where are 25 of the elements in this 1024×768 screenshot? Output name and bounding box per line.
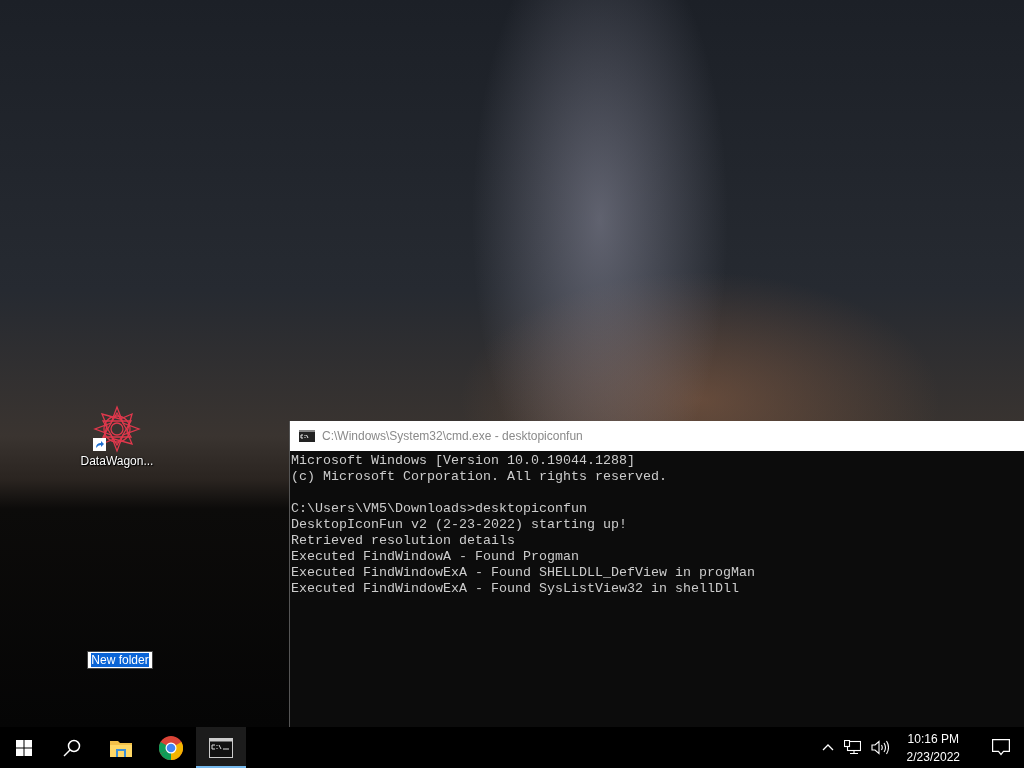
search-icon: [63, 738, 81, 757]
terminal-icon: [299, 430, 315, 442]
taskbar-button[interactable]: [196, 727, 246, 768]
console-line: Executed FindWindowA - Found Progman: [291, 549, 580, 565]
window-title: C:\Windows\System32\cmd.exe - desktopiconfun: [322, 429, 583, 443]
folder-icon: [110, 738, 132, 757]
console-line: DesktopIconFun v2 (2-23-2022) starting up!: [291, 517, 628, 533]
console-line: C:\Users\VM5\Downloads>desktopiconfun: [291, 501, 588, 517]
shortcut-arrow-icon: [93, 438, 106, 451]
network-icon[interactable]: [843, 740, 861, 755]
notification-icon[interactable]: [992, 739, 1010, 756]
speaker-icon[interactable]: [870, 740, 889, 755]
console-line: (c) Microsoft Corporation. All rights reserved.: [291, 469, 668, 485]
chevron-up-icon[interactable]: [821, 744, 834, 751]
console-line: Retrieved resolution details: [291, 533, 516, 549]
browser-icon: [159, 735, 183, 760]
windows-logo-icon: [16, 739, 32, 756]
console-line: Microsoft Windows [Version 10.0.19044.1288]: [291, 453, 636, 469]
console-line: Executed FindWindowExA - Found SysListView32 in shellDll: [291, 581, 740, 597]
console-line: Executed FindWindowExA - Found SHELLDLL_DefView in progMan: [291, 565, 756, 581]
star-pattern-icon: [93, 405, 141, 453]
terminal-icon: [209, 737, 233, 758]
icon-label[interactable]: DataWagon...: [80, 454, 154, 468]
rename-field[interactable]: New folder: [87, 651, 153, 669]
clock[interactable]: 10:16 PM 2/23/2022: [898, 729, 968, 766]
